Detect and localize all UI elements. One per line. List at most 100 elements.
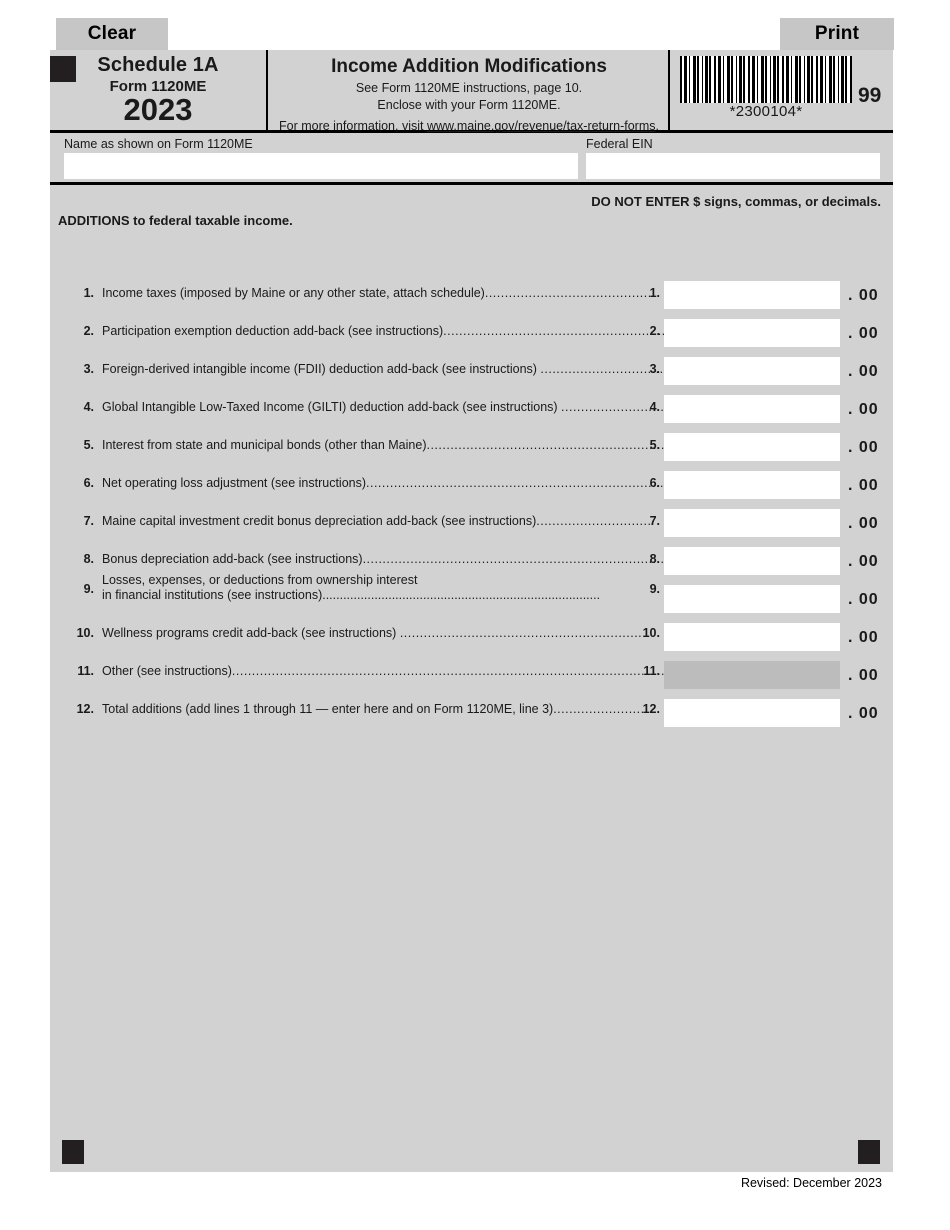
line-number-right-4: 4. bbox=[649, 400, 660, 414]
line-number-left-1: 1. bbox=[83, 286, 94, 300]
cents-suffix-line-6: . 00 bbox=[848, 477, 879, 494]
barcode-block: *2300104* 99 bbox=[672, 50, 893, 130]
line-number-left-12: 12. bbox=[76, 702, 94, 716]
more-info-prefix: For more information, visit bbox=[278, 119, 427, 133]
amount-input-line-3[interactable] bbox=[664, 357, 840, 385]
amount-input-line-7[interactable] bbox=[664, 509, 840, 537]
line-description-text-12: Total additions (add lines 1 through 11 … bbox=[102, 702, 554, 716]
cents-suffix-line-3: . 00 bbox=[848, 363, 879, 380]
amount-input-line-9[interactable] bbox=[664, 585, 840, 613]
cents-suffix-line-1: . 00 bbox=[848, 287, 879, 304]
line-description-text-6: Net operating loss adjustment (see instr… bbox=[102, 476, 367, 490]
form-line-12: 12. Total additions (add lines 1 through … bbox=[50, 242, 893, 727]
page-code: 99 bbox=[858, 84, 882, 107]
line-description-9-row2: in financial institutions (see instructi… bbox=[102, 588, 601, 602]
line-description-2: Participation exemption deduction add-ba… bbox=[102, 324, 666, 338]
line-number-right-8: 8. bbox=[649, 552, 660, 566]
amount-input-line-11 bbox=[664, 661, 840, 689]
cents-suffix-line-11: . 00 bbox=[848, 667, 879, 684]
line-description-12: Total additions (add lines 1 through 11 … bbox=[102, 702, 645, 716]
clear-button[interactable]: Clear bbox=[56, 18, 168, 50]
line-leader-5: ........................................… bbox=[426, 438, 665, 452]
line-number-left-11: 11. bbox=[77, 664, 94, 678]
cents-suffix-line-5: . 00 bbox=[848, 439, 879, 456]
line-number-left-10: 10. bbox=[76, 626, 94, 640]
line-number-right-7: 7. bbox=[649, 514, 660, 528]
line-number-left-5: 5. bbox=[83, 438, 94, 452]
amount-input-line-5[interactable] bbox=[664, 433, 840, 461]
revised-date: Revised: December 2023 bbox=[740, 1176, 882, 1190]
line-number-right-12: 12. bbox=[642, 702, 660, 716]
line-number-left-6: 6. bbox=[83, 476, 94, 490]
line-description-text-3: Foreign-derived intangible income (FDII)… bbox=[102, 362, 541, 376]
cents-suffix-line-9: . 00 bbox=[848, 591, 879, 608]
line-description-text-5: Interest from state and municipal bonds … bbox=[102, 438, 427, 452]
cents-suffix-line-2: . 00 bbox=[848, 325, 879, 342]
line-number-right-11: 11. bbox=[643, 664, 660, 678]
identity-band: Name as shown on Form 1120ME Federal EIN bbox=[50, 133, 893, 185]
line-description-text-8: Bonus depreciation add-back (see instruc… bbox=[102, 552, 363, 566]
form-panel: Schedule 1A Form 1120ME 2023 Income Addi… bbox=[50, 50, 893, 1172]
barcode-text: *2300104* bbox=[729, 103, 803, 120]
line-description-8: Bonus depreciation add-back (see instruc… bbox=[102, 552, 692, 566]
line-number-left-9: 9. bbox=[83, 582, 94, 596]
maine-revenue-link[interactable]: www.maine.gov/revenue/tax-return-forms bbox=[427, 119, 656, 133]
line-leader-6: ........................................… bbox=[366, 476, 680, 490]
amount-input-line-10[interactable] bbox=[664, 623, 840, 651]
amount-input-line-2[interactable] bbox=[664, 319, 840, 347]
barcode-image bbox=[680, 56, 852, 103]
amount-input-line-6[interactable] bbox=[664, 471, 840, 499]
instruction-line-2: Enclose with your Form 1120ME. bbox=[377, 98, 561, 112]
line-number-right-6: 6. bbox=[649, 476, 660, 490]
name-input[interactable] bbox=[64, 153, 578, 179]
section-heading: ADDITIONS to federal taxable income. bbox=[58, 213, 293, 228]
line-number-right-10: 10. bbox=[642, 626, 660, 640]
federal-ein-input[interactable] bbox=[586, 153, 880, 179]
line-number-left-4: 4. bbox=[83, 400, 94, 414]
cents-suffix-line-4: . 00 bbox=[848, 401, 879, 418]
no-symbols-notice: DO NOT ENTER $ signs, commas, or decimal… bbox=[591, 194, 881, 209]
form-identity-block: Schedule 1A Form 1120ME 2023 bbox=[50, 50, 268, 130]
cents-suffix-line-12: . 00 bbox=[848, 705, 879, 722]
schedule-title: Schedule 1A bbox=[97, 54, 219, 76]
line-number-right-3: 3. bbox=[649, 362, 660, 376]
line-description-text-10: Wellness programs credit add-back (see i… bbox=[102, 626, 400, 640]
line-description-1: Income taxes (imposed by Maine or any ot… bbox=[102, 286, 656, 300]
line-leader-7: ............................. bbox=[536, 514, 652, 528]
amount-input-line-1[interactable] bbox=[664, 281, 840, 309]
ein-field-label: Federal EIN bbox=[586, 137, 653, 151]
line-number-left-8: 8. bbox=[83, 552, 94, 566]
amount-input-line-4[interactable] bbox=[664, 395, 840, 423]
amount-input-line-8[interactable] bbox=[664, 547, 840, 575]
line-description-text-11: Other (see instructions) bbox=[102, 664, 232, 678]
line-leader-2: ........................................… bbox=[443, 324, 666, 338]
line-number-right-1: 1. bbox=[649, 286, 660, 300]
name-field-label: Name as shown on Form 1120ME bbox=[64, 137, 253, 151]
line-leader-1: ........................................… bbox=[484, 286, 656, 300]
line-description-7: Maine capital investment credit bonus de… bbox=[102, 514, 651, 528]
cents-suffix-line-7: . 00 bbox=[848, 515, 879, 532]
line-number-right-2: 2. bbox=[649, 324, 660, 338]
line-leader-10: ........................................… bbox=[399, 626, 651, 640]
more-info-suffix: . bbox=[655, 119, 659, 133]
form-title: Income Addition Modifications bbox=[331, 56, 607, 77]
instruction-line-1: See Form 1120ME instructions, page 10. bbox=[355, 81, 583, 95]
cents-suffix-line-8: . 00 bbox=[848, 553, 879, 570]
line-description-text-7: Maine capital investment credit bonus de… bbox=[102, 514, 537, 528]
print-button[interactable]: Print bbox=[780, 18, 894, 50]
line-description-6: Net operating loss adjustment (see instr… bbox=[102, 476, 680, 490]
registration-mark-bottom-right bbox=[858, 1140, 880, 1164]
line-number-left-3: 3. bbox=[83, 362, 94, 376]
form-header: Schedule 1A Form 1120ME 2023 Income Addi… bbox=[50, 50, 893, 133]
form-title-block: Income Addition Modifications See Form 1… bbox=[270, 50, 670, 133]
cents-suffix-line-10: . 00 bbox=[848, 629, 879, 646]
line-description-9-row1: Losses, expenses, or deductions from own… bbox=[102, 573, 418, 587]
line-description-4: Global Intangible Low-Taxed Income (GILT… bbox=[102, 400, 664, 414]
line-number-right-9: 9. bbox=[649, 582, 660, 596]
line-description-3: Foreign-derived intangible income (FDII)… bbox=[102, 362, 664, 376]
line-description-5: Interest from state and municipal bonds … bbox=[102, 438, 665, 452]
amount-input-line-12[interactable] bbox=[664, 699, 840, 727]
line-leader-12: ....................... bbox=[553, 702, 645, 716]
registration-mark-bottom-left bbox=[62, 1140, 84, 1164]
line-number-left-2: 2. bbox=[83, 324, 94, 338]
